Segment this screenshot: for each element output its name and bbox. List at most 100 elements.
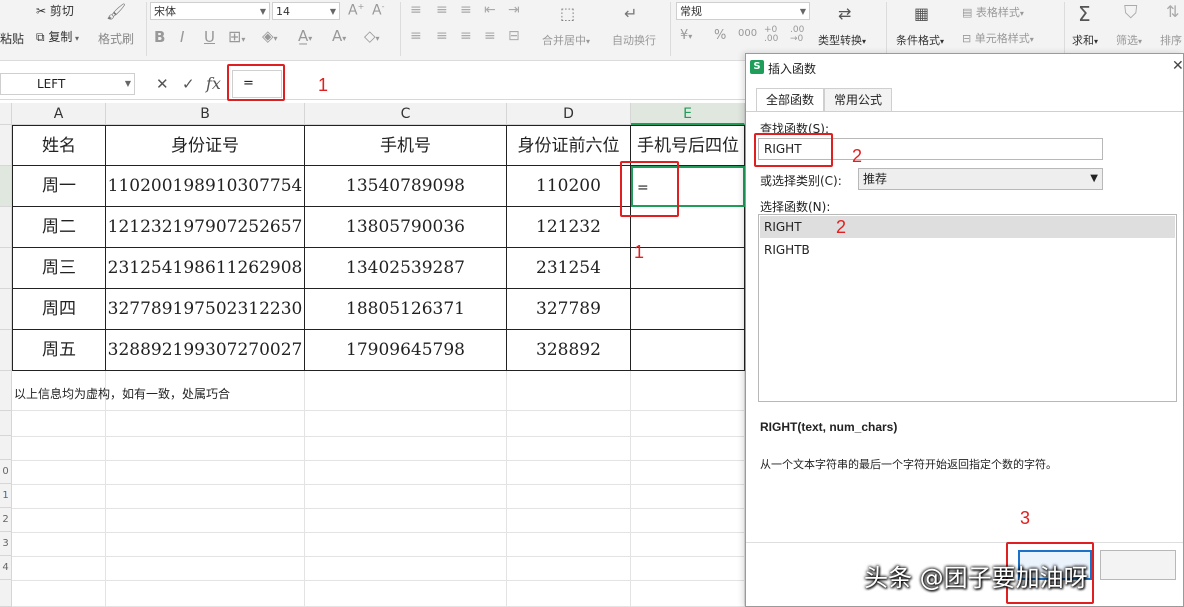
table-cell[interactable]: 327789197502312230 (106, 289, 305, 330)
column-header-a[interactable]: A (12, 103, 106, 125)
table-cell[interactable] (631, 248, 745, 289)
table-cell[interactable]: 周四 (12, 289, 106, 330)
row-header[interactable] (0, 125, 12, 166)
column-header-d[interactable]: D (507, 103, 631, 125)
table-header-cell[interactable]: 姓名 (12, 125, 106, 166)
table-cell[interactable]: 121232 (507, 207, 631, 248)
table-cell[interactable]: 周二 (12, 207, 106, 248)
wrap-text-button[interactable]: 自动换行 (612, 32, 656, 48)
close-icon[interactable]: ✕ (1172, 58, 1184, 74)
list-item[interactable]: RIGHTB (760, 239, 1175, 261)
grid-cell[interactable] (305, 371, 507, 411)
table-cell[interactable]: 328892199307270027 (106, 330, 305, 371)
table-cell[interactable]: 327789 (507, 289, 631, 330)
bold-button[interactable]: B (154, 28, 165, 46)
type-convert-button[interactable]: 类型转换▾ (818, 32, 866, 48)
clear-button[interactable]: ◇▾ (364, 27, 380, 45)
align-right-icon[interactable]: ≡ (460, 28, 472, 44)
align-top-icon[interactable]: ≡ (410, 2, 422, 18)
table-header-cell[interactable]: 身份证前六位 (507, 125, 631, 166)
table-header-cell[interactable]: 手机号后四位 (631, 125, 745, 166)
table-cell[interactable] (631, 330, 745, 371)
table-cell[interactable]: 周三 (12, 248, 106, 289)
indent-icon[interactable]: ⇤ (484, 2, 496, 18)
tab-common-formulas[interactable]: 常用公式 (824, 88, 892, 112)
distribute-icon[interactable]: ⊟ (508, 28, 520, 44)
merge-center-button[interactable]: 合并居中▾ (542, 32, 590, 48)
table-cell[interactable]: 18805126371 (305, 289, 507, 330)
row-header[interactable] (0, 330, 12, 371)
table-cell[interactable]: 110200198910307754 (106, 166, 305, 207)
grid-cell[interactable] (106, 411, 305, 607)
table-cell[interactable]: 周一 (12, 166, 106, 207)
underline-button[interactable]: U (204, 28, 215, 46)
row-header[interactable]: 4 (0, 556, 12, 580)
text-color-button[interactable]: A▾ (332, 27, 346, 45)
row-header[interactable]: 0 (0, 460, 12, 484)
grid-cell[interactable] (305, 411, 507, 607)
row-header-active[interactable] (0, 166, 12, 207)
column-header-c[interactable]: C (305, 103, 507, 125)
cell-style-button[interactable]: ⊟ 单元格样式▾ (962, 30, 1034, 46)
row-header[interactable] (0, 289, 12, 330)
row-header[interactable] (0, 248, 12, 289)
select-all-corner[interactable] (0, 103, 12, 125)
border-button[interactable]: ⊞▾ (228, 27, 245, 46)
confirm-icon[interactable]: ✓ (182, 75, 195, 93)
list-item-selected[interactable]: RIGHT (760, 216, 1175, 238)
cancel-button[interactable] (1100, 550, 1176, 580)
function-list[interactable]: RIGHT RIGHTB (758, 214, 1177, 402)
decrease-decimal-icon[interactable]: .00 →0 (790, 26, 804, 44)
filter-button[interactable]: 筛选▾ (1116, 32, 1142, 48)
table-cell[interactable]: 13402539287 (305, 248, 507, 289)
thousands-icon[interactable]: 000 (738, 28, 757, 39)
justify-icon[interactable]: ≡ (484, 28, 496, 44)
row-header[interactable] (0, 371, 12, 411)
row-header[interactable] (0, 411, 12, 436)
align-center-icon[interactable]: ≡ (436, 28, 448, 44)
table-cell[interactable]: 周五 (12, 330, 106, 371)
table-cell[interactable]: 121232197907252657 (106, 207, 305, 248)
row-header[interactable]: 2 (0, 508, 12, 532)
table-cell[interactable]: 231254198611262908 (106, 248, 305, 289)
table-cell[interactable]: 17909645798 (305, 330, 507, 371)
table-cell[interactable]: 110200 (507, 166, 631, 207)
cut-button[interactable]: ✂ 剪切 (36, 2, 74, 19)
column-header-b[interactable]: B (106, 103, 305, 125)
conditional-format-button[interactable]: 条件格式▾ (896, 32, 944, 48)
row-header[interactable]: 1 (0, 484, 12, 508)
table-header-cell[interactable]: 手机号 (305, 125, 507, 166)
table-cell[interactable]: 13805790036 (305, 207, 507, 248)
row-header[interactable] (0, 580, 12, 607)
grid-cell[interactable] (631, 371, 745, 411)
row-header[interactable] (0, 207, 12, 248)
row-header[interactable] (0, 436, 12, 460)
category-select[interactable]: 推荐 ▼ (858, 168, 1103, 190)
table-header-cell[interactable]: 身份证号 (106, 125, 305, 166)
number-format-select[interactable]: 常规 ▼ (676, 2, 810, 20)
grid-cell[interactable] (507, 411, 631, 607)
percent-icon[interactable]: % (714, 28, 726, 43)
table-style-button[interactable]: ▤ 表格样式▾ (962, 4, 1024, 20)
font-grow-button[interactable]: A+ (348, 2, 364, 19)
grid-cell[interactable] (12, 411, 106, 607)
table-cell[interactable] (631, 289, 745, 330)
fx-button[interactable]: fx (206, 74, 221, 93)
font-color-button[interactable]: A̲▾ (298, 27, 312, 45)
paste-button[interactable]: 粘贴 (0, 30, 24, 47)
column-header-e[interactable]: E (631, 103, 745, 125)
fill-color-button[interactable]: ◈▾ (262, 27, 278, 45)
align-left-icon[interactable]: ≡ (410, 28, 422, 44)
grid-cell[interactable] (631, 411, 745, 607)
copy-button[interactable]: ⧉ 复制 ▾ (36, 28, 79, 45)
align-bottom-icon[interactable]: ≡ (460, 2, 472, 18)
name-box[interactable]: LEFT ▼ (0, 73, 135, 95)
table-cell[interactable]: 231254 (507, 248, 631, 289)
font-shrink-button[interactable]: A- (372, 2, 384, 19)
currency-icon[interactable]: ¥▾ (680, 28, 692, 43)
align-middle-icon[interactable]: ≡ (436, 2, 448, 18)
format-painter-button[interactable]: 格式刷 (98, 30, 134, 47)
italic-button[interactable]: I (180, 28, 184, 46)
sum-button[interactable]: 求和▾ (1072, 32, 1098, 48)
sort-button[interactable]: 排序 (1160, 32, 1182, 48)
